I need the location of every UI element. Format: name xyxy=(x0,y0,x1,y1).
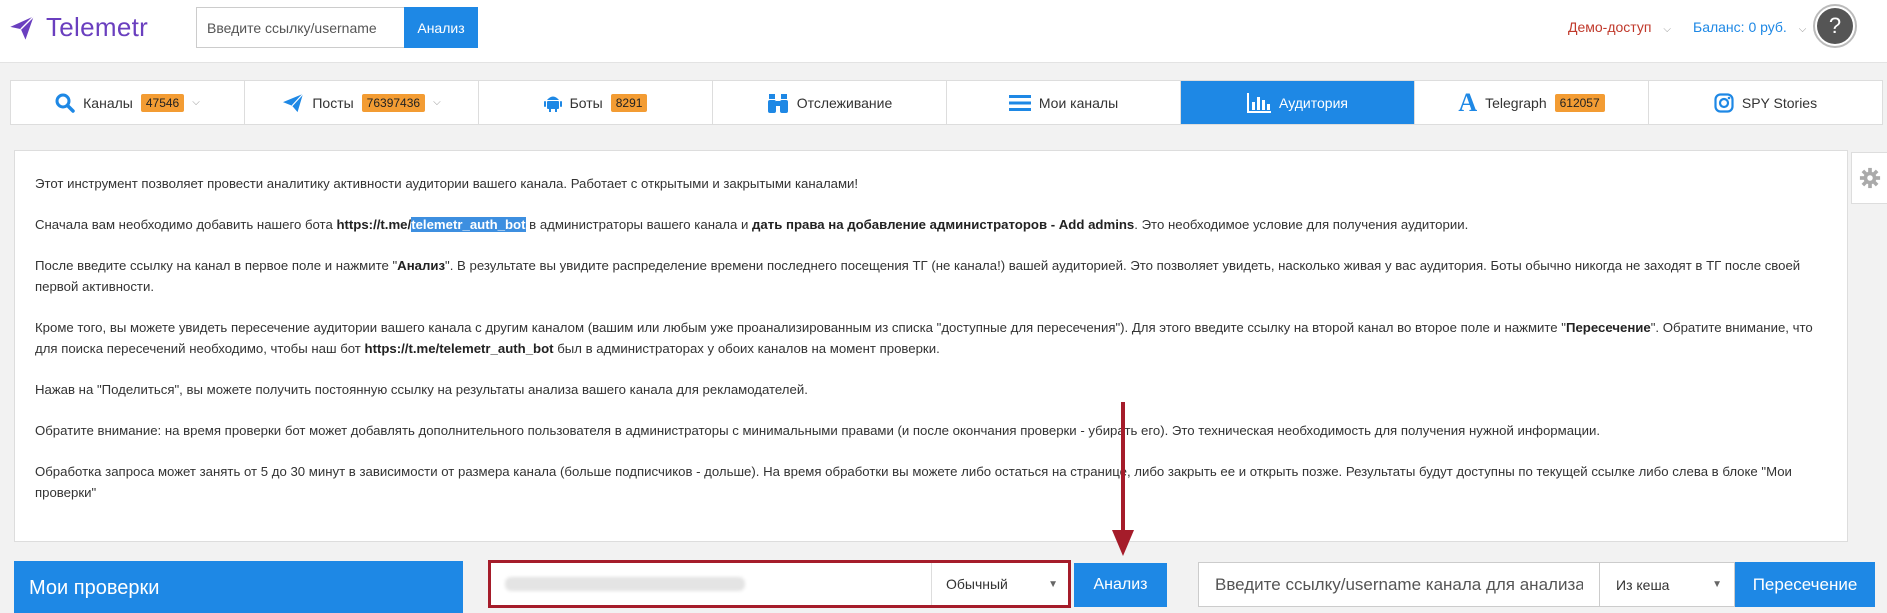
android-icon xyxy=(543,93,562,113)
caret-down-icon: ▼ xyxy=(1048,578,1058,590)
mode-select[interactable]: Обычный ▼ xyxy=(931,563,1068,605)
compare-channel-input[interactable] xyxy=(1198,562,1600,607)
info-paragraph: Этот инструмент позволяет провести анали… xyxy=(35,176,859,191)
text: Кроме того, вы можете увидеть пересечени… xyxy=(35,320,1566,335)
chevron-down-icon: ⌵ xyxy=(433,97,441,108)
search-icon xyxy=(55,93,75,113)
count-badge: 612057 xyxy=(1554,93,1605,112)
avatar[interactable]: ? xyxy=(1813,4,1857,48)
tab-label: Каналы xyxy=(83,94,133,111)
analyze-button[interactable]: Анализ xyxy=(1074,563,1167,607)
list-icon xyxy=(1008,94,1031,112)
blurred-value xyxy=(505,577,745,591)
header-analyze-button[interactable]: Анализ xyxy=(404,7,478,48)
info-paragraph: Кроме того, вы можете увидеть пересечени… xyxy=(35,317,1827,359)
tab-tracking[interactable]: Отслеживание xyxy=(713,81,947,124)
header-search: Анализ xyxy=(196,7,478,48)
balance-label: Баланс: 0 руб. xyxy=(1693,19,1787,35)
tab-label: Аудитория xyxy=(1279,94,1348,111)
logo-text: Telemetr xyxy=(46,12,149,42)
chevron-down-icon: ⌵ xyxy=(1798,24,1807,35)
demo-access-link[interactable]: Демо-доступ ⌵ xyxy=(1568,19,1671,35)
header-search-input[interactable] xyxy=(196,7,404,48)
count-badge: 47546 xyxy=(140,93,185,112)
bot-link-highlight[interactable]: telemetr_auth_bot xyxy=(411,217,526,232)
tab-bots[interactable]: Боты 8291 xyxy=(479,81,713,124)
telegraph-icon: A xyxy=(1458,87,1478,117)
my-checks-header[interactable]: Мои проверки xyxy=(14,561,463,613)
chevron-down-icon: ⌵ xyxy=(192,97,200,108)
cache-select[interactable]: Из кеша ▼ xyxy=(1600,562,1735,607)
count-badge: 76397436 xyxy=(361,93,426,112)
cache-select-value: Из кеша xyxy=(1616,576,1670,593)
info-panel: Этот инструмент позволяет провести анали… xyxy=(14,150,1848,542)
info-paragraph: После введите ссылку на канал в первое п… xyxy=(35,255,1827,297)
mode-select-value: Обычный xyxy=(946,576,1008,592)
tab-label: SPY Stories xyxy=(1741,94,1818,111)
intersection-button[interactable]: Пересечение xyxy=(1735,562,1875,607)
tab-my-channels[interactable]: Мои каналы xyxy=(947,81,1181,124)
annotation-arrow-icon xyxy=(1112,402,1134,556)
tab-label: Мои каналы xyxy=(1038,94,1119,111)
tab-spy-stories[interactable]: SPY Stories xyxy=(1649,81,1882,124)
main-tabs: Каналы 47546 ⌵ Посты 76397436 ⌵ Боты 829… xyxy=(10,80,1883,125)
info-paragraph: Обработка запроса может занять от 5 до 3… xyxy=(35,464,1792,500)
chevron-down-icon: ⌵ xyxy=(1663,24,1671,35)
tab-posts[interactable]: Посты 76397436 ⌵ xyxy=(245,81,479,124)
channel-link-input[interactable] xyxy=(491,563,931,605)
tab-label: Отслеживание xyxy=(796,94,893,111)
settings-toggle[interactable] xyxy=(1851,152,1887,204)
info-paragraph: Сначала вам необходимо добавить нашего б… xyxy=(35,214,1827,235)
text: в администраторы вашего канала и xyxy=(525,217,753,232)
text: После введите ссылку на канал в первое п… xyxy=(35,258,398,273)
paper-plane-icon xyxy=(282,93,304,113)
tab-label: Посты xyxy=(312,94,354,111)
top-header: Telemetr Анализ Демо-доступ ⌵ Баланс: 0 … xyxy=(0,0,1887,63)
caret-down-icon: ▼ xyxy=(1712,579,1722,590)
bar-chart-icon xyxy=(1247,92,1272,113)
tab-telegraph[interactable]: A Telegraph 612057 xyxy=(1415,81,1649,124)
avatar-question-icon: ? xyxy=(1817,8,1853,44)
instagram-icon xyxy=(1714,92,1734,113)
channel-analyze-group: Обычный ▼ xyxy=(488,560,1071,608)
bot-link[interactable]: https://t.me/telemetr_auth_bot xyxy=(365,341,554,356)
tab-label: Боты xyxy=(569,94,603,111)
bold-text: Анализ xyxy=(397,258,446,273)
tab-channels[interactable]: Каналы 47546 ⌵ xyxy=(11,81,245,124)
text: Сначала вам необходимо добавить нашего б… xyxy=(35,217,337,232)
demo-access-label: Демо-доступ xyxy=(1568,19,1652,35)
balance-link[interactable]: Баланс: 0 руб. ⌵ xyxy=(1693,19,1806,35)
text: . Это необходимое условие для получения … xyxy=(1134,217,1469,232)
logo[interactable]: Telemetr xyxy=(8,12,148,43)
logo-plane-icon xyxy=(10,15,35,40)
binoculars-icon xyxy=(767,92,789,114)
bold-text: Пересечение xyxy=(1565,320,1651,335)
gear-icon xyxy=(1859,167,1880,189)
info-paragraph: Обратите внимание: на время проверки бот… xyxy=(35,423,1600,438)
info-paragraph: Нажав на "Поделиться", вы можете получит… xyxy=(35,382,808,397)
text: был в администраторах у обоих каналов на… xyxy=(553,341,940,356)
tab-audience[interactable]: Аудитория xyxy=(1181,81,1415,124)
tab-label: Telegraph xyxy=(1485,94,1547,111)
bot-link-prefix: https://t.me/ xyxy=(336,217,412,232)
bold-text: дать права на добавление администраторов… xyxy=(752,217,1135,232)
count-badge: 8291 xyxy=(610,93,648,112)
